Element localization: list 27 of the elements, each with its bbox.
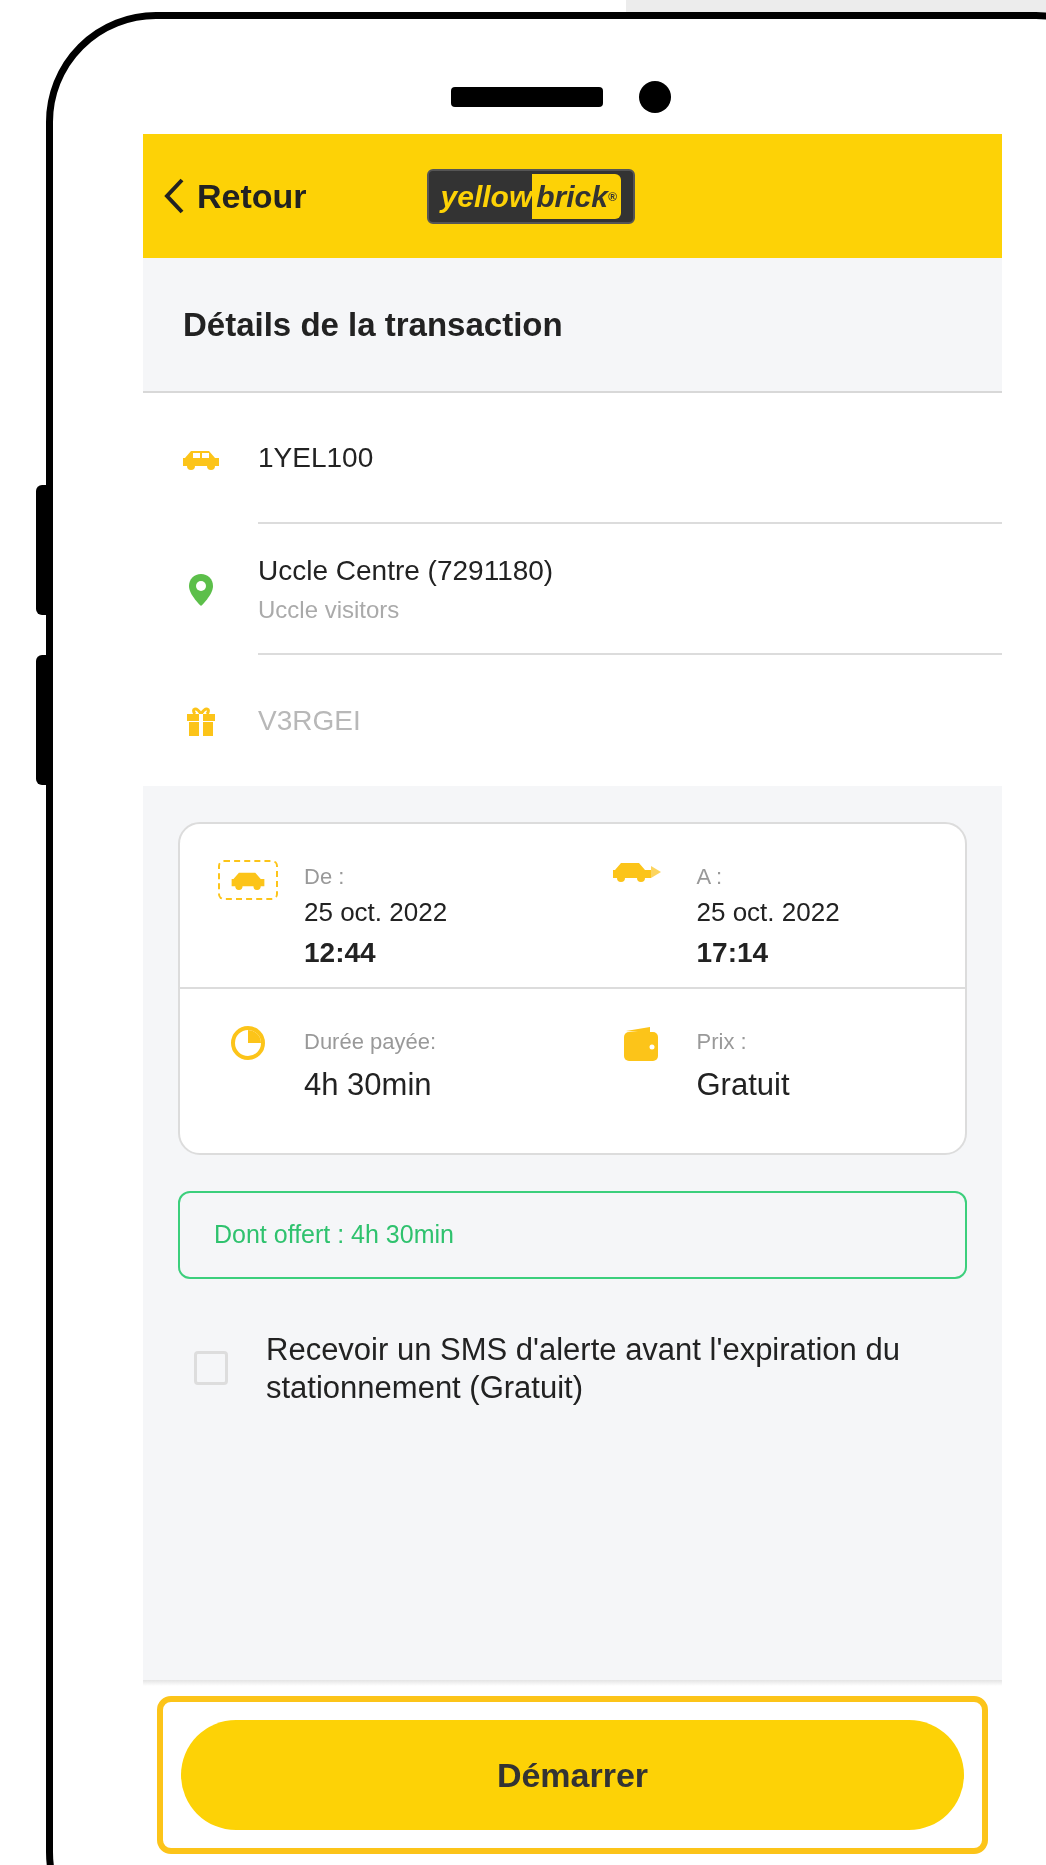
offer-note: Dont offert : 4h 30min (178, 1191, 967, 1279)
sms-checkbox[interactable] (194, 1351, 228, 1385)
start-button[interactable]: Démarrer (181, 1720, 964, 1830)
detail-value: Gratuit (696, 1066, 790, 1104)
back-button[interactable]: Retour (163, 170, 307, 222)
detail-value: 12:44 (304, 936, 377, 970)
info-text: 1YEL100 (258, 440, 375, 475)
detail-value: 4h 30min (304, 1066, 433, 1104)
detail-label: Durée payée: (304, 1028, 437, 1056)
page-title: Détails de la transaction (183, 304, 563, 345)
chevron-left-icon (163, 177, 185, 215)
detail-value: 17:14 (696, 936, 770, 970)
phone-camera (639, 81, 671, 113)
info-text: Uccle Centre (7291180) (258, 553, 555, 588)
info-text: V3RGEI (258, 703, 362, 738)
parked-car-icon (218, 860, 278, 900)
sms-option-label: Recevoir un SMS d'alerte avant l'expiration du stationnement (Gratuit) (266, 1331, 901, 1407)
detail-label: De : (304, 863, 346, 891)
info-subtext: Uccle visitors (258, 594, 401, 625)
location-pin-icon (187, 572, 214, 607)
clock-pie-icon (230, 1025, 266, 1061)
yellowbrick-logo: yellowbrick$^{®}$ (426, 168, 635, 224)
detail-label: Prix : (696, 1028, 748, 1056)
wallet-icon (621, 1025, 660, 1063)
detail-label: A : (696, 863, 724, 891)
detail-date: 25 oct. 2022 (696, 896, 840, 929)
detail-date: 25 oct. 2022 (304, 896, 448, 929)
